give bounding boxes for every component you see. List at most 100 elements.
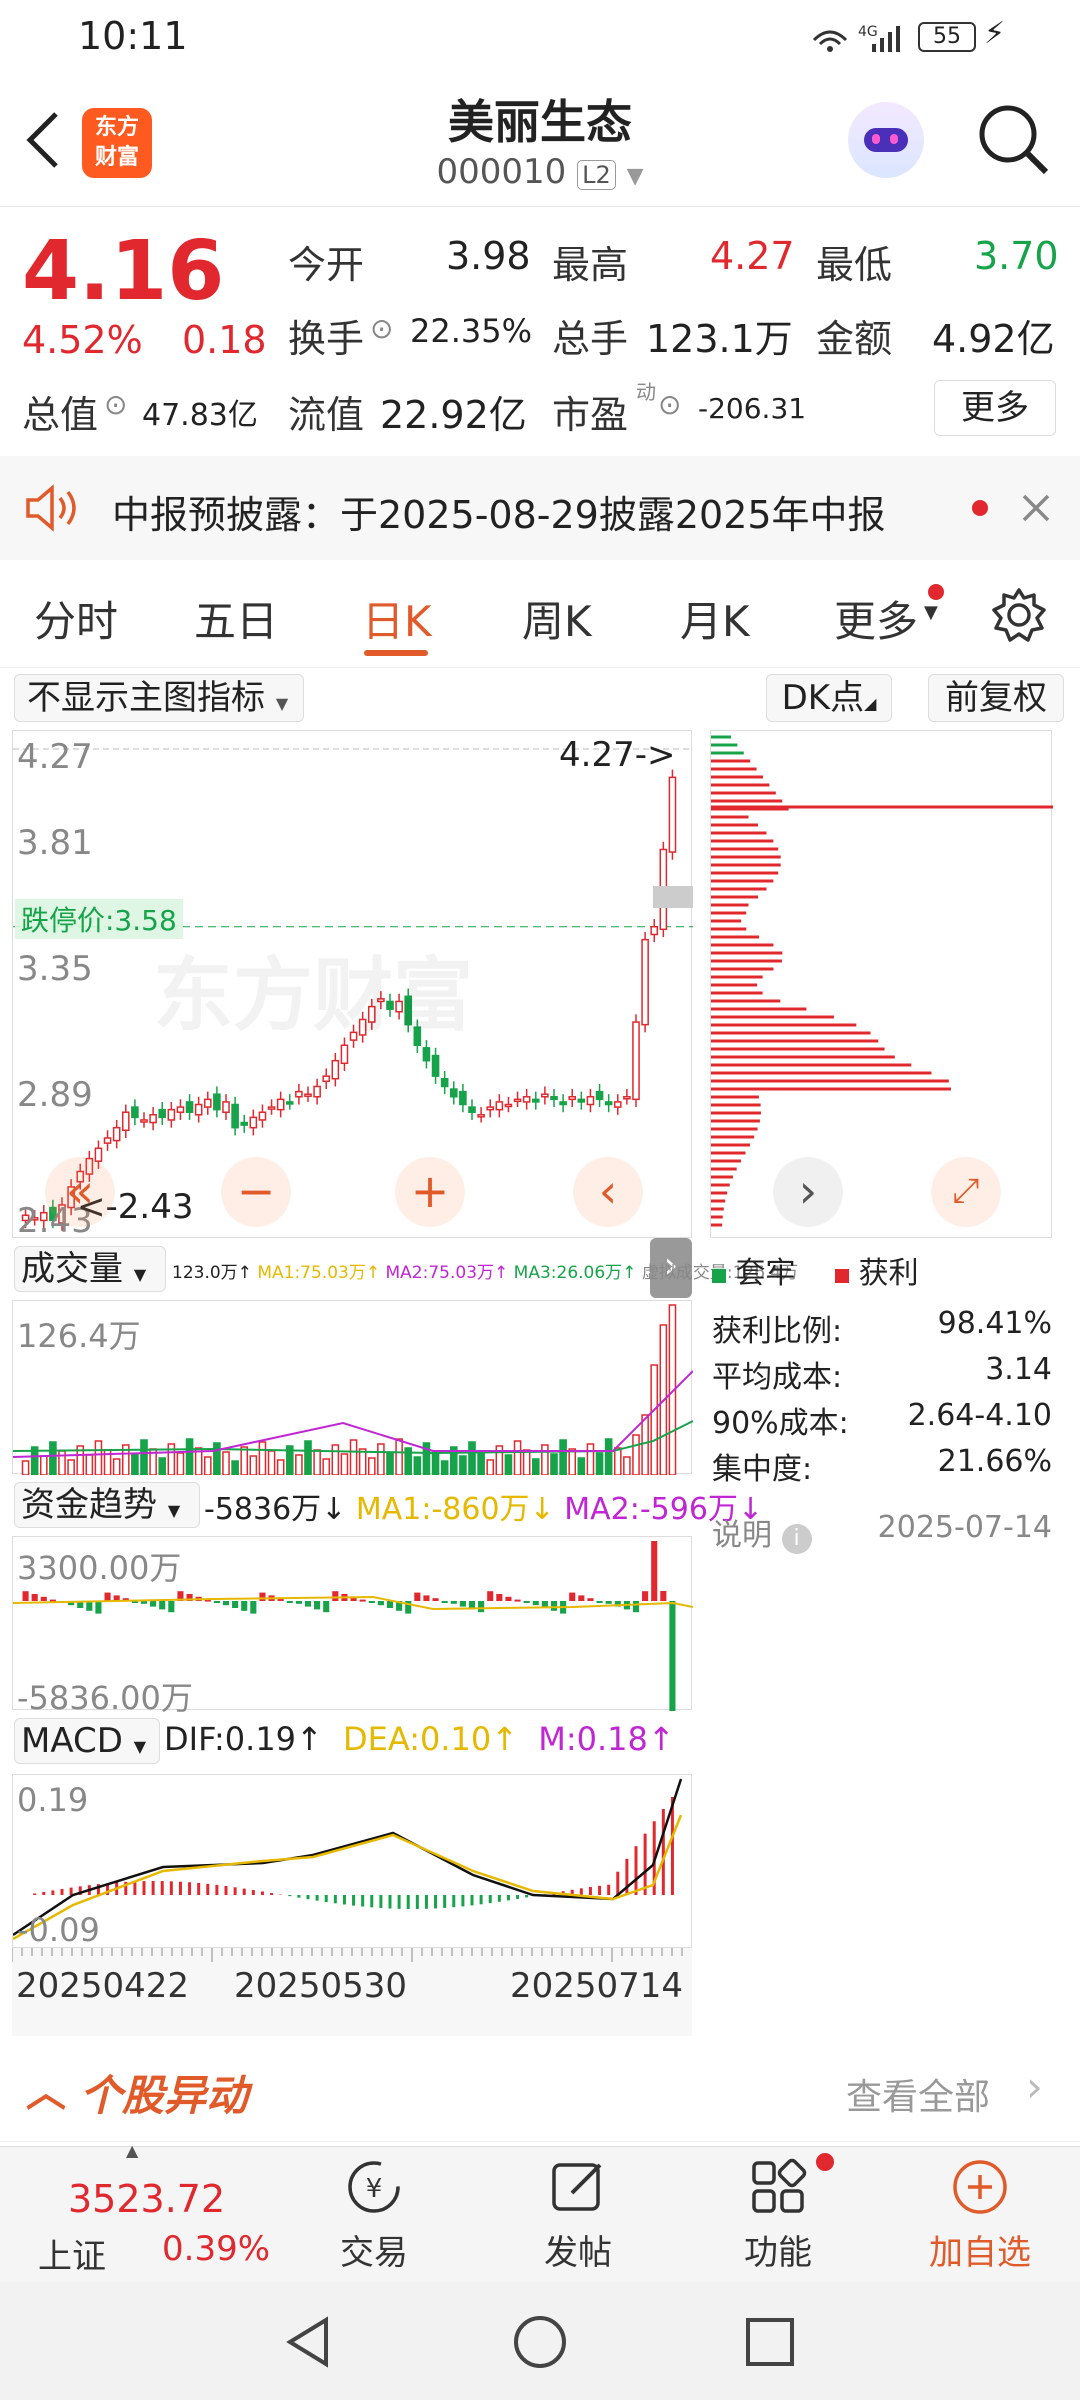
nav-add-watchlist[interactable]: 加自选	[900, 2147, 1060, 2283]
stock-anomaly-section[interactable]: ︿ 个股异动 查看全部 ›	[0, 2036, 1080, 2142]
info-icon[interactable]: ⊙	[104, 388, 127, 421]
zoom-out-icon[interactable]: −	[221, 1157, 291, 1227]
system-home-icon[interactable]	[510, 2312, 570, 2372]
candle-body	[623, 1096, 631, 1100]
volume-bar	[340, 1453, 349, 1475]
volume-indicator-select[interactable]: 成交量 ▼	[14, 1246, 166, 1292]
volume-bar	[586, 1443, 595, 1475]
fund-bar	[569, 1592, 576, 1601]
candle-body	[240, 1121, 249, 1126]
functions-dot	[816, 2153, 834, 2171]
chevron-down-icon: ▼	[924, 602, 938, 623]
status-bar: 10:11 4G 55 ⚡	[0, 0, 1080, 72]
date-ticks	[12, 1948, 683, 1962]
view-all-link[interactable]: 查看全部	[846, 2068, 990, 2120]
candle-body	[112, 1126, 121, 1142]
fund-bar	[450, 1601, 457, 1604]
candle-body	[103, 1137, 112, 1144]
close-icon[interactable]	[1020, 492, 1052, 524]
macd-legend: DIF:0.19↑ DEA:0.10↑ M:0.18↑	[164, 1720, 675, 1758]
kline-chart[interactable]: 东方财富 4.27 3.81 3.35 2.89 2.43 跌停价:3.58 4…	[12, 730, 693, 1241]
candle-body	[331, 1059, 340, 1080]
index-quote[interactable]: ▲ 3523.72 上证 0.39%	[0, 2141, 270, 2283]
fund-indicator-select[interactable]: 资金趋势 ▼	[14, 1482, 200, 1528]
candle-body	[322, 1075, 331, 1083]
notice-bar[interactable]: 中报预披露：于2025-08-29披露2025年中报	[0, 456, 1080, 560]
price-highlight-box	[653, 886, 693, 908]
assistant-avatar-icon[interactable]	[848, 102, 924, 178]
volume-bar	[431, 1451, 440, 1475]
volume-bar	[267, 1450, 276, 1475]
jump-start-icon[interactable]: «	[45, 1157, 115, 1227]
date-label-1: 20250422	[16, 1966, 190, 2006]
macd-indicator-select[interactable]: MACD ▼	[14, 1718, 160, 1764]
volume-bar	[477, 1450, 485, 1475]
high-value: 4.27	[710, 234, 795, 278]
amount-label: 金额	[816, 317, 893, 361]
expand-right-icon[interactable]: ›	[773, 1157, 843, 1227]
high-label: 最高	[552, 243, 629, 287]
legend-profit: 获利	[858, 1256, 919, 1291]
zoom-in-icon[interactable]: +	[395, 1157, 465, 1227]
volume-bar	[413, 1456, 422, 1475]
add-circle-icon	[953, 2160, 1007, 2214]
volume-bar	[468, 1441, 476, 1475]
fund-bar	[377, 1601, 384, 1606]
chevron-up-icon: ▲	[126, 2141, 139, 2160]
fund-bar	[386, 1601, 394, 1608]
more-button[interactable]: 更多	[934, 380, 1056, 436]
tab-daily-k[interactable]: 日K	[362, 588, 432, 649]
fund-bar	[323, 1601, 330, 1613]
tab-more[interactable]: 更多	[834, 588, 918, 649]
search-icon[interactable]	[976, 102, 1052, 178]
tab-five-day[interactable]: 五日	[194, 588, 278, 649]
candle-body	[513, 1098, 522, 1103]
candle-body	[559, 1101, 567, 1106]
macd-chart[interactable]: 0.19 -0.09	[12, 1774, 692, 1949]
fund-bar	[31, 1594, 38, 1601]
scroll-left-icon[interactable]: ‹	[573, 1157, 643, 1227]
main-indicator-select[interactable]: 不显示主图指标 ▼	[14, 674, 304, 722]
system-recents-icon[interactable]	[740, 2312, 800, 2372]
system-back-icon[interactable]	[280, 2312, 340, 2372]
limit-down-label: 跌停价:3.58	[15, 899, 183, 939]
volume-bar	[386, 1452, 394, 1475]
gear-icon[interactable]	[990, 586, 1048, 644]
fund-bar	[487, 1591, 494, 1601]
max-price-marker: 4.27->	[559, 735, 676, 775]
macd-min-label: -0.09	[17, 1911, 100, 1949]
chip-distribution-chart[interactable]: › ⤢	[710, 730, 1053, 1238]
low-label: 最低	[816, 243, 893, 287]
info-icon[interactable]: ⊙	[370, 312, 393, 345]
volume-bar	[440, 1460, 449, 1475]
watermark: 东方财富	[153, 949, 473, 1042]
period-tabs: 分时 五日 日K 周K 月K 更多 ▼	[0, 560, 1080, 668]
fund-bar	[368, 1601, 375, 1603]
candle-body	[313, 1085, 321, 1098]
volume-bar	[213, 1442, 221, 1475]
nav-post[interactable]: 发帖	[498, 2147, 658, 2283]
candle-body	[550, 1096, 558, 1101]
chip-note-row[interactable]: 说明 i 2025-07-14	[712, 1490, 1052, 1560]
tab-monthly-k[interactable]: 月K	[680, 588, 750, 649]
volume-bar	[249, 1455, 258, 1475]
fund-bar	[660, 1591, 667, 1601]
chip-row-label: 平均成本:	[712, 1360, 843, 1395]
candle-body	[459, 1090, 467, 1106]
chip-date: 2025-07-14	[877, 1510, 1052, 1545]
volume-bar	[131, 1453, 139, 1475]
tab-weekly-k[interactable]: 周K	[522, 588, 592, 649]
volume-chart[interactable]: 126.4万	[12, 1300, 693, 1475]
nav-functions[interactable]: 功能	[698, 2147, 858, 2283]
fund-trend-chart[interactable]: 3300.00万 -5836.00万	[12, 1536, 693, 1717]
dk-point-button[interactable]: DK点◢	[766, 674, 892, 722]
adjust-button[interactable]: 前复权	[928, 674, 1064, 722]
tab-intraday[interactable]: 分时	[34, 588, 118, 649]
y-label-top: 4.27	[17, 737, 93, 777]
anomaly-title: 个股异动	[80, 2071, 249, 2120]
chip-stats: 获利比例: 98.41% 平均成本: 3.14 90%成本: 2.64-4.10 集中…	[712, 1306, 1052, 1560]
fund-bar	[505, 1596, 512, 1601]
info-icon[interactable]: ⊙	[658, 388, 681, 421]
fullscreen-icon[interactable]: ⤢	[931, 1157, 1001, 1227]
nav-trade[interactable]: ¥ 交易	[294, 2147, 454, 2283]
